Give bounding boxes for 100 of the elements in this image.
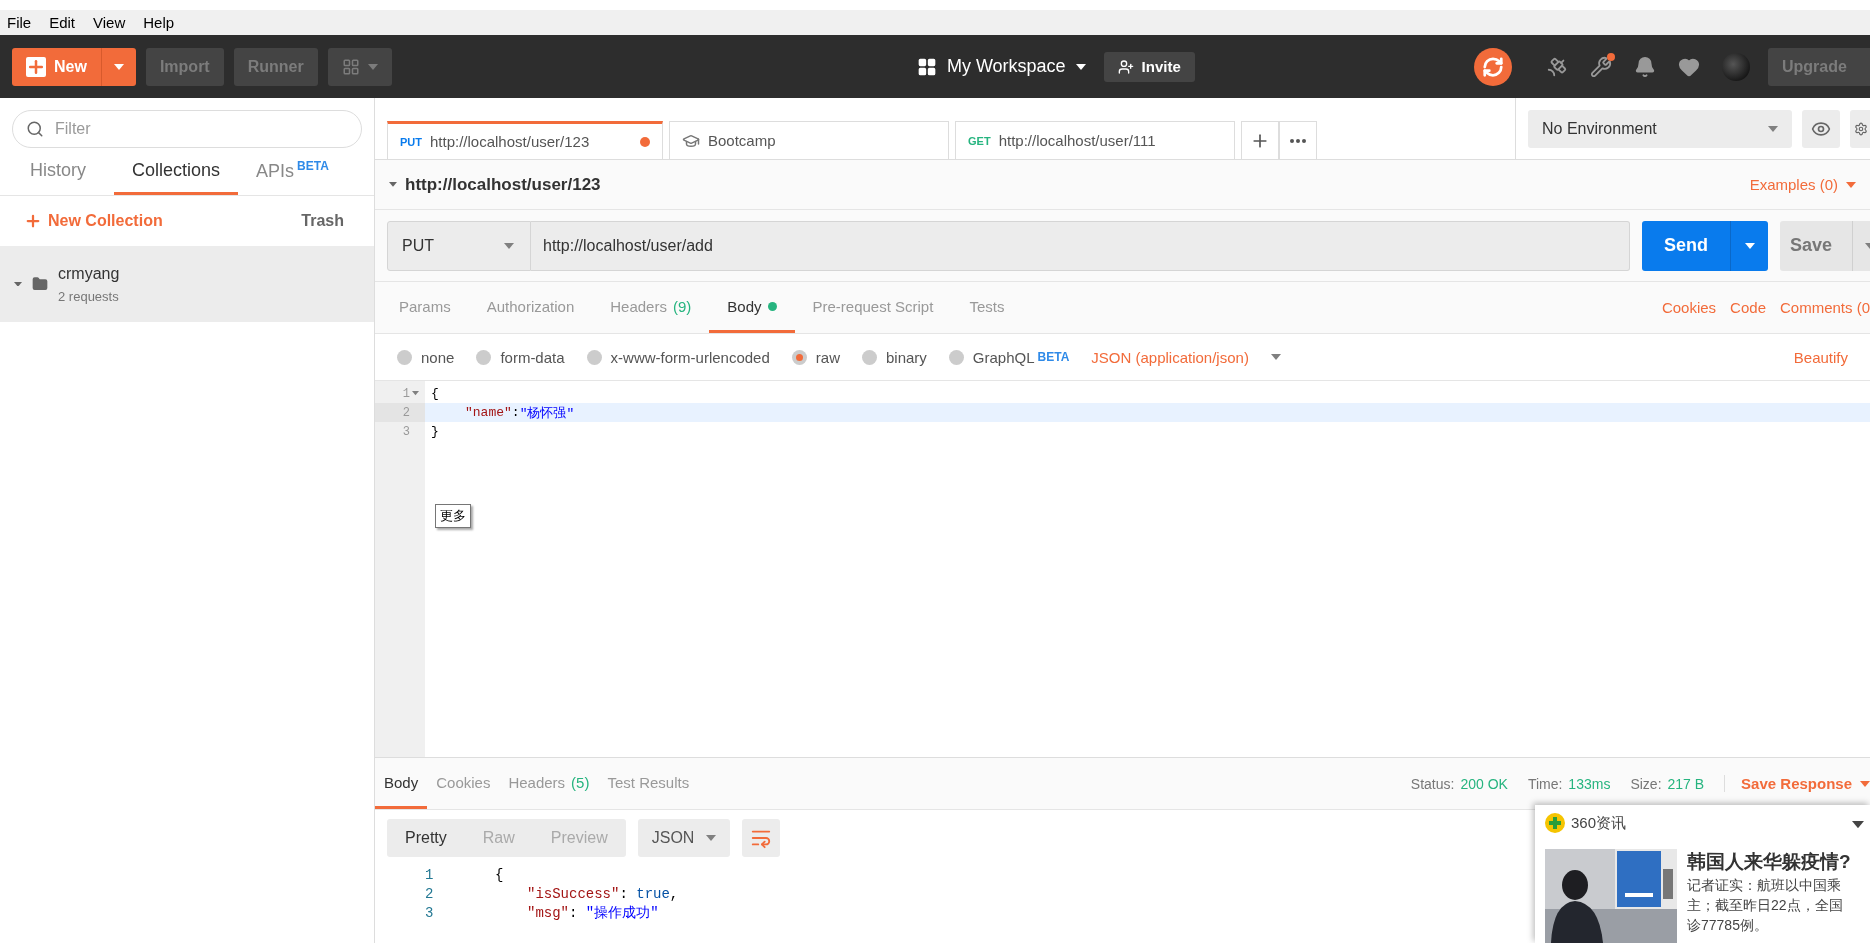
new-window-button[interactable] (327, 47, 392, 86)
view-mode-button[interactable]: Pretty (387, 818, 465, 857)
response-tab[interactable]: Body (375, 758, 428, 809)
news-summary-line: 主；截至昨日22点，全国 (1687, 897, 1844, 915)
caret-icon (367, 63, 378, 70)
save-button[interactable]: Save (1780, 220, 1870, 271)
sync-button[interactable] (1474, 47, 1512, 86)
code-line: "msg": "操作成功" (526, 903, 659, 922)
line-number: 1 (375, 384, 425, 403)
method-label: GET (968, 134, 991, 147)
stat-value: 200 OK (1460, 775, 1508, 792)
sidebar-tab[interactable]: History (12, 148, 104, 195)
user-plus-icon (1117, 58, 1134, 75)
request-tab[interactable]: Bootcamp (669, 121, 949, 159)
method-label: PUT (400, 135, 422, 148)
stat-value: 217 B (1667, 775, 1705, 792)
request-count: 2 requests (58, 288, 120, 304)
stat-value: 133ms (1568, 775, 1611, 792)
tooltip: 更多 (435, 504, 471, 528)
request-tab[interactable]: GET http://localhost/user/111 (955, 121, 1235, 159)
send-button[interactable]: Send (1642, 220, 1768, 271)
search-icon (26, 120, 44, 138)
expand-caret-icon (14, 281, 22, 287)
sidebar-tab[interactable]: Collections (114, 148, 239, 195)
body-type-radio[interactable]: binary (861, 348, 927, 366)
invite-button[interactable]: Invite (1103, 51, 1195, 82)
expand-caret-icon (389, 182, 397, 187)
filter-field[interactable]: Filter (12, 110, 362, 148)
settings-icon (1854, 121, 1868, 136)
request-link[interactable]: Cookies (1661, 299, 1717, 316)
examples-link[interactable]: Examples (0) (1749, 176, 1856, 193)
more-icon (1290, 138, 1306, 143)
satellite-icon[interactable] (1546, 55, 1568, 78)
folder-icon (32, 276, 48, 292)
beautify-link[interactable]: Beautify (1793, 348, 1848, 366)
news-source: 360资讯 (1571, 813, 1627, 833)
stat-label: Time: (1527, 775, 1563, 792)
format-select[interactable]: JSON (637, 818, 730, 857)
caret-icon (113, 63, 124, 70)
caret-icon (1745, 242, 1755, 249)
body-type-radio[interactable]: x-www-form-urlencoded (586, 348, 770, 366)
menu-item[interactable]: View (93, 14, 126, 31)
body-format-select[interactable]: JSON (application/json) (1091, 348, 1281, 366)
environment-select[interactable]: No Environment (1528, 109, 1792, 148)
sync-icon (1482, 55, 1504, 78)
request-link[interactable]: Comments (0 (1779, 299, 1870, 316)
news-summary-line: 诊77785例。 (1687, 917, 1769, 935)
stat-label: Size: (1630, 775, 1662, 792)
wrench-icon[interactable] (1590, 55, 1612, 78)
code-line: } (430, 423, 440, 441)
bell-icon[interactable] (1634, 55, 1656, 78)
line-number: 2 (375, 403, 425, 422)
url-field[interactable]: http://localhost/user/add (531, 220, 1630, 271)
line-number: 1 (425, 866, 435, 883)
settings-button[interactable] (1850, 109, 1870, 148)
request-link[interactable]: Code (1730, 299, 1766, 316)
plus-icon (26, 56, 46, 77)
fold-caret-icon (412, 391, 419, 396)
request-title: http://localhost/user/123 (405, 174, 601, 195)
code-line: "isSuccess": true, (526, 885, 679, 902)
unsaved-dot (640, 136, 650, 147)
new-dropdown-button[interactable] (100, 47, 136, 86)
plus-logo-icon (1545, 813, 1565, 833)
tab-title: http://localhost/user/111 (998, 132, 1156, 149)
caret-icon (1270, 354, 1281, 360)
caret-icon (504, 242, 514, 249)
caret-icon (705, 834, 716, 841)
new-collection-button[interactable]: New Collection (24, 212, 163, 230)
plus-icon (24, 212, 42, 230)
caret-icon (1075, 63, 1086, 70)
line-number: 3 (401, 423, 411, 441)
trash-button[interactable]: Trash (295, 211, 350, 231)
body-type-radio[interactable]: form-data (476, 348, 565, 366)
caret-icon (1860, 780, 1870, 787)
line-number: 3 (425, 904, 435, 921)
news-summary-line: 记者证实：航班以中国乘 (1687, 877, 1842, 895)
menu-item[interactable]: File (7, 14, 32, 31)
line-number: 2 (425, 885, 435, 902)
eye-button[interactable] (1802, 109, 1840, 148)
save-response-button[interactable]: Save Response (1724, 775, 1870, 792)
caret-icon (1846, 181, 1856, 188)
code-line: { (430, 385, 440, 403)
news-headline[interactable]: 韩国人来华躲疫情? (1687, 849, 1851, 875)
grid-icon (916, 56, 937, 77)
code-line: { (495, 866, 504, 883)
add-tab-button[interactable] (1241, 121, 1279, 159)
body-type-radio[interactable]: raw (791, 348, 840, 366)
sidebar-tab[interactable]: APIs $^{BETA}$ (238, 148, 347, 195)
stat-label: Status: (1410, 775, 1455, 792)
collapse-caret-icon (1852, 820, 1864, 828)
collection-item[interactable]: crmyang 2 requests (0, 246, 374, 322)
menu-item[interactable]: Edit (49, 14, 76, 31)
method-select[interactable]: PUT (387, 220, 531, 271)
new-button[interactable]: New (12, 47, 101, 86)
body-type-radio[interactable]: none (397, 348, 455, 366)
menu-item[interactable]: Help (143, 14, 175, 31)
request-tab[interactable]: PUT http://localhost/user/123 (387, 121, 663, 159)
more-button[interactable] (1279, 121, 1317, 159)
workspace-selector[interactable]: My Workspace (910, 55, 1092, 78)
wrap-button[interactable] (741, 818, 780, 857)
